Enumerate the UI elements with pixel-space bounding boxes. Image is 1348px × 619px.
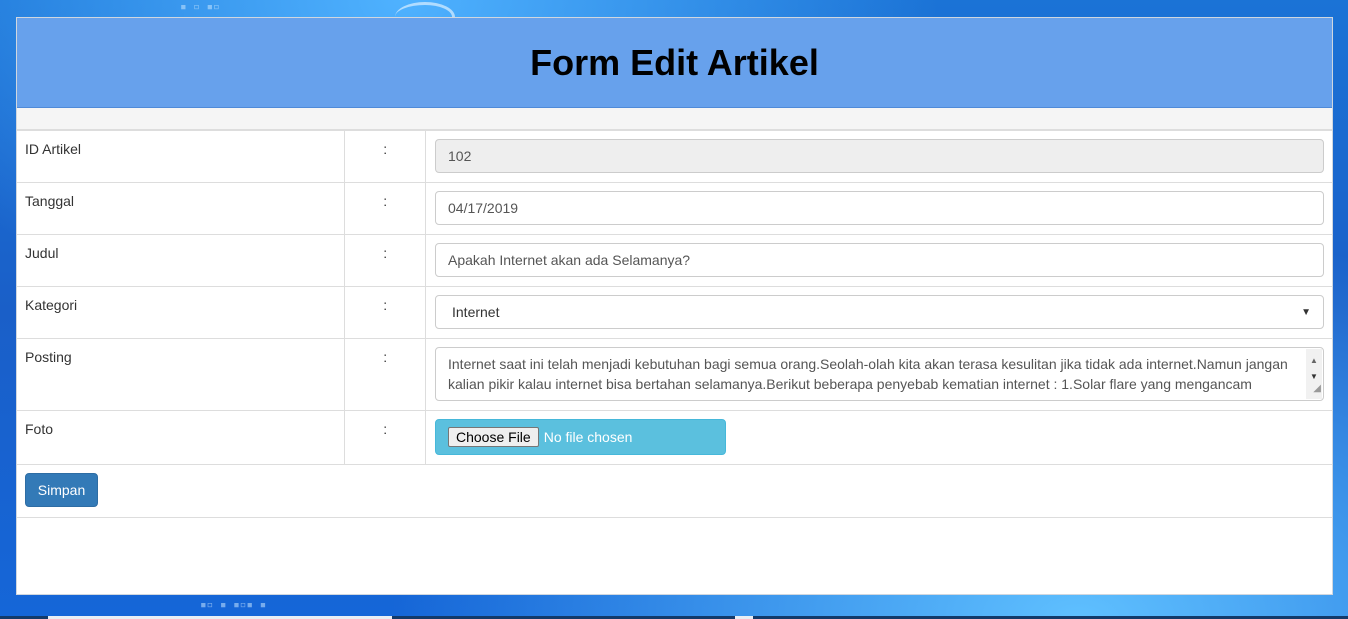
colon-separator: : <box>344 130 426 183</box>
judul-label: Judul <box>17 234 346 287</box>
form-row-kategori: Kategori : Internet ▼ <box>17 286 1332 339</box>
posting-label: Posting <box>17 338 346 411</box>
resize-grip-icon[interactable]: ◢ <box>1313 379 1321 399</box>
page-title: Form Edit Artikel <box>530 41 819 83</box>
judul-field[interactable]: Apakah Internet akan ada Selamanya? <box>435 243 1324 277</box>
kategori-select[interactable]: Internet ▼ <box>435 295 1324 329</box>
simpan-button[interactable]: Simpan <box>25 473 98 507</box>
colon-separator: : <box>344 234 426 287</box>
form-row-posting: Posting : Internet saat ini telah menjad… <box>17 338 1332 411</box>
tanggal-field[interactable]: 04/17/2019 <box>435 191 1324 225</box>
tanggal-label: Tanggal <box>17 182 346 235</box>
form-table: ID Artikel : 102 Tanggal : 04/17/2019 Ju… <box>17 130 1332 465</box>
edit-article-panel: Form Edit Artikel ID Artikel : 102 Tangg… <box>16 17 1333 595</box>
panel-header: Form Edit Artikel <box>17 18 1332 108</box>
form-row-tanggal: Tanggal : 04/17/2019 <box>17 182 1332 235</box>
choose-file-button[interactable]: Choose File <box>448 427 539 447</box>
background-circuit-pattern: ▪ ▫ ▪▫ <box>180 0 220 13</box>
id-artikel-value: 102 <box>448 148 472 164</box>
posting-content: Internet saat ini telah menjadi kebutuha… <box>448 356 1288 392</box>
judul-value: Apakah Internet akan ada Selamanya? <box>448 252 691 268</box>
kategori-label: Kategori <box>17 286 346 339</box>
foto-label: Foto <box>17 410 346 465</box>
posting-textarea[interactable]: Internet saat ini telah menjadi kebutuha… <box>435 347 1324 401</box>
kategori-selected-value: Internet <box>452 304 500 320</box>
foto-file-input[interactable]: Choose File No file chosen <box>435 419 726 455</box>
file-status-text: No file chosen <box>543 429 633 445</box>
colon-separator: : <box>344 286 426 339</box>
colon-separator: : <box>344 182 426 235</box>
colon-separator: : <box>344 410 426 465</box>
colon-separator: : <box>344 338 426 411</box>
form-row-id: ID Artikel : 102 <box>17 130 1332 183</box>
chevron-down-icon: ▼ <box>1301 306 1311 318</box>
tanggal-value: 04/17/2019 <box>448 200 519 216</box>
header-divider-band <box>17 108 1332 130</box>
form-row-foto: Foto : Choose File No file chosen <box>17 410 1332 465</box>
id-artikel-field[interactable]: 102 <box>435 139 1324 173</box>
background-circuit-pattern: ▪▫ ▪ ▪▫▪ ▪ <box>200 598 267 611</box>
id-label: ID Artikel <box>17 130 346 183</box>
form-row-judul: Judul : Apakah Internet akan ada Selaman… <box>17 234 1332 287</box>
form-actions: Simpan <box>17 465 1332 518</box>
